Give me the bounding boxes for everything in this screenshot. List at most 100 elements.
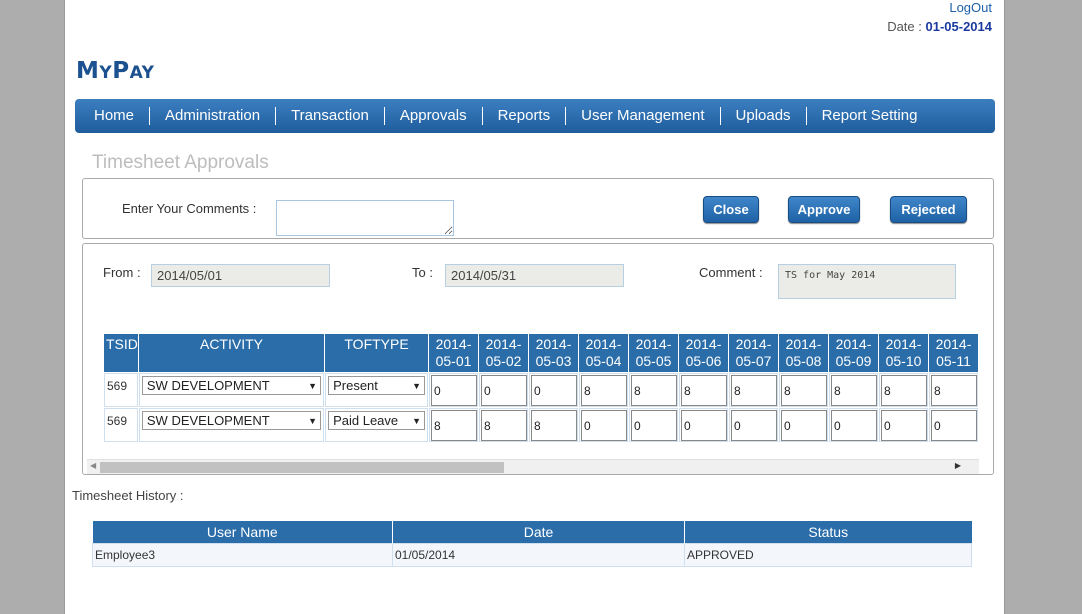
- nav-transaction[interactable]: Transaction: [276, 107, 385, 125]
- table-row: Employee3 01/05/2014 APPROVED: [92, 542, 972, 567]
- hours-cell: 0: [878, 408, 928, 442]
- scrollbar-thumb[interactable]: [100, 462, 504, 473]
- user-name-cell: Employee3: [92, 542, 393, 567]
- nav-reports[interactable]: Reports: [483, 107, 567, 125]
- hours-input[interactable]: 8: [780, 375, 827, 406]
- nav-user-management[interactable]: User Management: [566, 107, 721, 125]
- hours-input[interactable]: 8: [880, 375, 927, 406]
- close-button[interactable]: Close: [703, 196, 759, 223]
- comments-input[interactable]: [276, 200, 454, 236]
- hours-input[interactable]: 0: [630, 410, 677, 441]
- toftype-select[interactable]: Paid Leave ▼: [328, 411, 425, 430]
- activity-select[interactable]: SW DEVELOPMENT ▼: [141, 411, 322, 430]
- col-date: 2014- 05-01: [428, 334, 478, 372]
- date-year: 2014-: [685, 336, 722, 352]
- hours-cell: 0: [928, 408, 978, 442]
- logo-part: AY: [129, 63, 155, 83]
- to-date-field[interactable]: 2014/05/31: [445, 264, 624, 287]
- hours-cell: 0: [828, 408, 878, 442]
- hours-input[interactable]: 8: [480, 410, 527, 441]
- timesheet-panel: From : 2014/05/01 To : 2014/05/31 Commen…: [82, 243, 994, 475]
- approve-button[interactable]: Approve: [788, 196, 860, 223]
- date-year: 2014-: [835, 336, 872, 352]
- scroll-left-icon[interactable]: ◀: [90, 461, 96, 470]
- hours-cell: 0: [728, 408, 778, 442]
- table-row: 569 SW DEVELOPMENT ▼ Present ▼ 0 0 0 8 8 8…: [104, 373, 978, 407]
- history-table: User Name Date Status Employee3 01/05/20…: [92, 521, 972, 567]
- hours-input[interactable]: 8: [730, 375, 777, 406]
- hours-cell: 8: [628, 373, 678, 407]
- toftype-cell: Paid Leave ▼: [325, 408, 428, 442]
- col-toftype: TOFTYPE: [325, 334, 428, 372]
- date-year: 2014-: [435, 336, 472, 352]
- nav-administration[interactable]: Administration: [150, 107, 277, 125]
- from-date-field[interactable]: 2014/05/01: [151, 264, 330, 287]
- horizontal-scrollbar[interactable]: ◀ ▶: [87, 459, 979, 474]
- hours-cell: 8: [728, 373, 778, 407]
- toftype-value: Present: [333, 378, 378, 393]
- hours-input[interactable]: 0: [830, 410, 877, 441]
- date-year: 2014-: [585, 336, 622, 352]
- hours-cell: 8: [778, 373, 828, 407]
- history-label: Timesheet History :: [72, 488, 184, 503]
- nav-approvals[interactable]: Approvals: [385, 107, 483, 125]
- scroll-right-icon[interactable]: ▶: [955, 461, 961, 470]
- nav-home[interactable]: Home: [79, 107, 151, 125]
- hours-cell: 8: [528, 408, 578, 442]
- col-date: Date: [392, 521, 685, 543]
- hours-cell: 8: [428, 408, 478, 442]
- hours-input[interactable]: 8: [530, 410, 577, 441]
- hours-cell: 8: [878, 373, 928, 407]
- nav-report-setting[interactable]: Report Setting: [807, 107, 933, 125]
- hours-input[interactable]: 8: [930, 375, 977, 406]
- hours-input[interactable]: 0: [580, 410, 627, 441]
- page-container: LogOut Date : 01-05-2014 MYPAY Home Admi…: [64, 0, 1005, 614]
- hours-input[interactable]: 0: [480, 375, 527, 406]
- hours-input[interactable]: 0: [680, 410, 727, 441]
- col-date: 2014- 05-10: [878, 334, 928, 372]
- hours-cell: 0: [578, 408, 628, 442]
- hours-input[interactable]: 0: [780, 410, 827, 441]
- hours-input[interactable]: 8: [630, 375, 677, 406]
- date-year: 2014-: [735, 336, 772, 352]
- rejected-button[interactable]: Rejected: [890, 196, 967, 223]
- col-date: 2014- 05-05: [628, 334, 678, 372]
- hours-input[interactable]: 8: [830, 375, 877, 406]
- hours-input[interactable]: 0: [530, 375, 577, 406]
- hours-input[interactable]: 8: [580, 375, 627, 406]
- activity-cell: SW DEVELOPMENT ▼: [138, 373, 325, 407]
- hours-input[interactable]: 0: [930, 410, 977, 441]
- status-cell: APPROVED: [684, 542, 972, 567]
- date-year: 2014-: [885, 336, 922, 352]
- date-year: 2014-: [935, 336, 972, 352]
- toftype-value: Paid Leave: [333, 413, 399, 428]
- activity-value: SW DEVELOPMENT: [146, 413, 270, 428]
- hours-input[interactable]: 0: [880, 410, 927, 441]
- table-row: 569 SW DEVELOPMENT ▼ Paid Leave ▼ 8 8 8 0 …: [104, 408, 978, 442]
- tsid-cell: 569: [104, 373, 138, 407]
- hours-input[interactable]: 0: [730, 410, 777, 441]
- activity-select[interactable]: SW DEVELOPMENT ▼: [141, 376, 322, 395]
- hours-input[interactable]: 8: [680, 375, 727, 406]
- date-day: 05-11: [936, 353, 971, 369]
- logo-part: Y: [99, 63, 113, 83]
- col-tsid: TSID: [104, 334, 138, 372]
- comment-field[interactable]: TS for May 2014: [778, 264, 956, 299]
- comments-panel: Enter Your Comments : Close Approve Reje…: [82, 178, 994, 239]
- hours-cell: 8: [828, 373, 878, 407]
- hours-cell: 8: [578, 373, 628, 407]
- activity-cell: SW DEVELOPMENT ▼: [138, 408, 325, 442]
- date-day: 05-07: [735, 353, 772, 369]
- toftype-select[interactable]: Present ▼: [328, 376, 425, 395]
- date-day: 05-01: [435, 353, 472, 369]
- date-day: 05-08: [785, 353, 822, 369]
- hours-cell: 8: [928, 373, 978, 407]
- col-date: 2014- 05-08: [778, 334, 828, 372]
- page-title: Timesheet Approvals: [92, 152, 269, 173]
- logout-link[interactable]: LogOut: [949, 0, 992, 15]
- col-date: 2014- 05-07: [728, 334, 778, 372]
- hours-input[interactable]: 8: [430, 410, 477, 441]
- nav-uploads[interactable]: Uploads: [721, 107, 807, 125]
- hours-input[interactable]: 0: [430, 375, 477, 406]
- date-day: 05-05: [635, 353, 672, 369]
